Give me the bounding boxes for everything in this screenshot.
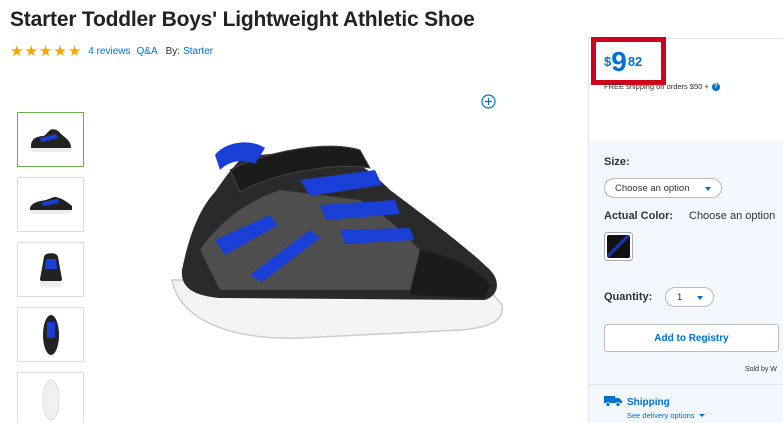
star-icon: ★	[10, 43, 24, 60]
product-main-image[interactable]	[160, 130, 510, 360]
shoe-top-thumbnail	[42, 314, 59, 355]
color-swatch-fill	[607, 235, 630, 258]
add-to-registry-button[interactable]: Add to Registry	[604, 324, 779, 352]
size-dropdown[interactable]: Choose an option	[604, 178, 722, 198]
quantity-label: Quantity:	[604, 291, 653, 303]
price-cents: 82	[627, 54, 643, 69]
qa-link[interactable]: Q&A	[137, 46, 158, 57]
free-shipping-text: FREE shipping on orders $50 +	[604, 82, 709, 91]
truck-icon	[604, 396, 622, 407]
product-meta: ★ ★ ★ ★ ★ 4 reviews Q&A By: Starter	[10, 44, 213, 59]
size-label: Size:	[604, 156, 630, 168]
star-icon: ★	[53, 43, 67, 60]
rating-stars[interactable]: ★ ★ ★ ★ ★	[10, 44, 82, 59]
caret-down-icon	[697, 296, 703, 300]
color-swatch[interactable]	[604, 232, 633, 261]
shipping-divider	[589, 384, 783, 385]
product-title: Starter Toddler Boys' Lightweight Athlet…	[10, 8, 475, 31]
color-value: Choose an option	[689, 210, 776, 222]
caret-down-icon	[705, 187, 711, 191]
thumbnail-3[interactable]	[17, 242, 84, 297]
free-shipping-note: FREE shipping on orders $50 + ?	[604, 82, 720, 91]
shoe-back-thumbnail	[39, 252, 62, 287]
price-whole: 9	[611, 46, 627, 77]
shoe-sole-thumbnail	[42, 379, 59, 420]
thumbnail-5[interactable]	[17, 372, 84, 423]
brand-link[interactable]: Starter	[183, 46, 213, 57]
help-icon[interactable]: ?	[711, 82, 720, 91]
delivery-options-link[interactable]: See delivery options	[627, 411, 705, 420]
quantity-dropdown-value: 1	[677, 291, 683, 303]
sold-by-text: Sold by W	[745, 366, 777, 373]
quantity-dropdown[interactable]: 1	[665, 287, 714, 307]
thumbnail-4[interactable]	[17, 307, 84, 362]
thumbnail-1[interactable]	[17, 112, 84, 167]
shoe-side-thumbnail	[30, 128, 71, 152]
price-display: $ 9 82	[591, 37, 666, 85]
thumbnail-list	[17, 112, 84, 423]
shipping-title: Shipping	[627, 397, 670, 408]
delivery-options-text: See delivery options	[627, 411, 695, 420]
thumbnail-2[interactable]	[17, 177, 84, 232]
zoom-plus-icon[interactable]	[481, 94, 496, 109]
star-icon: ★	[67, 43, 82, 60]
price-currency: $	[604, 54, 612, 69]
star-icon: ★	[38, 43, 53, 60]
color-label: Actual Color:	[604, 210, 674, 222]
caret-down-icon	[698, 414, 705, 417]
star-icon: ★	[24, 43, 38, 60]
shoe-profile-thumbnail	[29, 196, 72, 214]
reviews-link[interactable]: 4 reviews	[88, 46, 130, 57]
size-dropdown-value: Choose an option	[615, 182, 690, 194]
by-label: By:	[165, 46, 181, 57]
